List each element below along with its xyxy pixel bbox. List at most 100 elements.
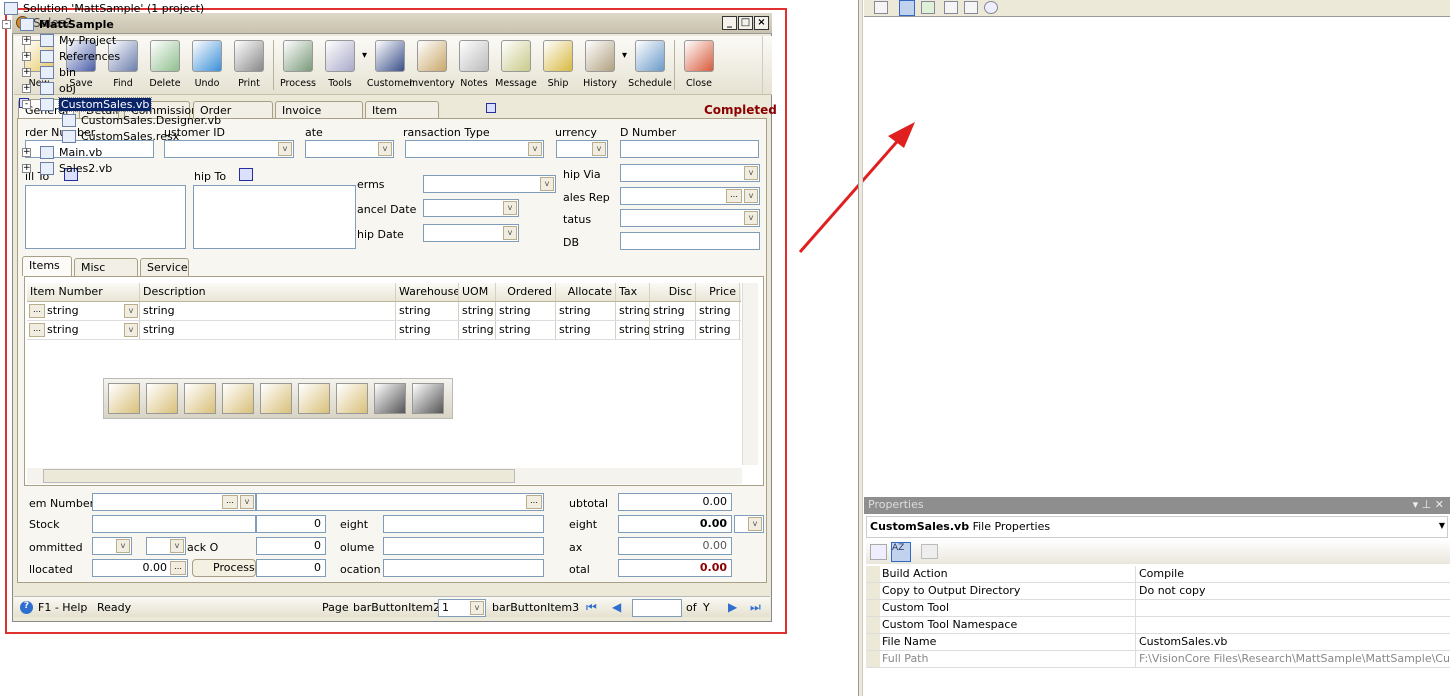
scrollbar-thumb[interactable] xyxy=(43,469,515,483)
ship-to-textarea[interactable] xyxy=(193,185,356,249)
tree-node-sales2-vb[interactable]: + Sales2.vb xyxy=(22,160,112,176)
tree-node-customsales-designer-vb[interactable]: CustomSales.Designer.vb xyxy=(62,112,221,128)
table-row[interactable]: … v string string string string string string st… xyxy=(27,302,741,321)
table-row[interactable]: … v string string string string string string st… xyxy=(27,321,741,340)
grid-cell[interactable]: string xyxy=(616,302,650,320)
property-value[interactable] xyxy=(1136,600,1450,616)
chevron-down-icon[interactable]: v xyxy=(170,539,184,553)
property-value[interactable]: F:\VisionCore Files\Research\MattSample\… xyxy=(1136,651,1450,667)
view-designer-icon[interactable] xyxy=(964,1,978,14)
splitter[interactable] xyxy=(858,0,863,696)
grid-cell[interactable]: string xyxy=(459,302,496,320)
page-number-input[interactable] xyxy=(632,599,682,617)
toolbar-button-ship[interactable]: Ship xyxy=(537,36,579,94)
toolbar-button-notes[interactable]: Notes xyxy=(453,36,495,94)
close-window-button[interactable]: × xyxy=(754,16,769,30)
weight-input[interactable] xyxy=(383,515,544,533)
ellipsis-button[interactable]: … xyxy=(222,495,238,509)
property-row[interactable]: File Name CustomSales.vb xyxy=(866,634,1450,651)
ship-via-combo[interactable]: v xyxy=(620,164,760,182)
grid-cell[interactable]: string xyxy=(140,302,396,320)
component-tray-item-icon[interactable] xyxy=(260,383,292,414)
grid-cell[interactable]: string xyxy=(556,302,616,320)
grid-cell[interactable]: … v string xyxy=(27,321,140,339)
expand-icon[interactable]: + xyxy=(22,163,31,173)
column-header-tax[interactable]: Tax xyxy=(616,283,650,301)
sales-rep-combo[interactable]: … v xyxy=(620,187,760,205)
property-row[interactable]: Full Path F:\VisionCore Files\Research\Ma… xyxy=(866,651,1450,668)
dropdown-arrow-icon[interactable]: ▾ xyxy=(622,50,627,61)
tree-node-references[interactable]: + References xyxy=(22,48,120,64)
component-tray-item-icon[interactable] xyxy=(108,383,140,414)
chevron-down-icon[interactable]: v xyxy=(744,166,758,180)
chevron-down-icon[interactable]: v xyxy=(503,226,517,240)
column-header-disc[interactable]: Disc xyxy=(650,283,696,301)
column-header-description[interactable]: Description xyxy=(140,283,396,301)
grid-cell[interactable]: string xyxy=(556,321,616,339)
expand-icon[interactable]: + xyxy=(22,35,31,45)
currency-combo[interactable]: v xyxy=(556,140,608,158)
tree-node-my-project[interactable]: + My Project xyxy=(22,32,116,48)
expand-icon[interactable]: + xyxy=(22,83,31,93)
toolbar-button-delete[interactable]: Delete xyxy=(144,36,186,94)
committed-combo[interactable]: v xyxy=(92,537,132,555)
chevron-down-icon[interactable]: v xyxy=(278,142,292,156)
toolbar-button-message[interactable]: Message xyxy=(495,36,537,94)
bar-button-item-3[interactable]: barButtonItem3 xyxy=(492,601,579,614)
bar-button-item-2[interactable]: barButtonItem2 xyxy=(353,601,440,614)
column-header-warehouse[interactable]: Warehouse xyxy=(396,283,459,301)
chevron-down-icon[interactable]: v xyxy=(124,304,138,318)
tree-node-customsales-vb[interactable]: - CustomSales.vb xyxy=(22,96,153,112)
toolbar-button-undo[interactable]: Undo xyxy=(186,36,228,94)
column-header-ordered[interactable]: Ordered xyxy=(496,283,556,301)
toolbar-button-close[interactable]: Close xyxy=(678,36,720,94)
next-page-icon[interactable]: ▶ xyxy=(728,600,737,614)
chevron-down-icon[interactable]: v xyxy=(540,177,554,191)
chevron-down-icon[interactable]: v xyxy=(124,323,138,337)
grid-cell[interactable]: string xyxy=(650,302,696,320)
chevron-down-icon[interactable]: v xyxy=(744,211,758,225)
tree-node-obj[interactable]: + obj xyxy=(22,80,76,96)
component-tray-item-icon[interactable] xyxy=(336,383,368,414)
grid-cell[interactable]: string xyxy=(616,321,650,339)
chevron-down-icon[interactable]: v xyxy=(470,601,484,615)
toolbar-button-customer[interactable]: Customer xyxy=(367,36,413,94)
process-button[interactable]: Process xyxy=(192,559,256,577)
ship-to-lookup-button[interactable] xyxy=(239,168,253,181)
property-value[interactable]: Compile xyxy=(1136,566,1450,582)
chevron-down-icon[interactable]: v xyxy=(744,189,758,203)
dropdown-arrow-icon[interactable]: ▾ xyxy=(362,50,367,61)
location-input[interactable] xyxy=(383,559,544,577)
status-combo[interactable]: v xyxy=(620,209,760,227)
collapse-icon[interactable]: - xyxy=(22,99,31,109)
column-header-item-number[interactable]: Item Number xyxy=(27,283,140,301)
terms-combo[interactable]: v xyxy=(423,175,556,193)
column-header-allocate[interactable]: Allocate xyxy=(556,283,616,301)
freight-value[interactable]: 0.00 xyxy=(618,515,732,533)
toolbar-button-inventory[interactable]: Inventory xyxy=(409,36,455,94)
property-value[interactable]: Do not copy xyxy=(1136,583,1450,599)
component-tray-item-icon[interactable] xyxy=(298,383,330,414)
property-value[interactable]: CustomSales.vb xyxy=(1136,634,1450,650)
chevron-down-icon[interactable]: v xyxy=(378,142,392,156)
chevron-down-icon[interactable]: v xyxy=(528,142,542,156)
freight-dropdown[interactable]: v xyxy=(734,515,764,533)
transaction-type-combo[interactable]: v xyxy=(405,140,544,158)
class-diagram-icon[interactable] xyxy=(984,1,998,14)
tree-node-main-vb[interactable]: + Main.vb xyxy=(22,144,102,160)
idb-input[interactable] xyxy=(620,232,760,250)
property-value[interactable] xyxy=(1136,617,1450,633)
refresh-icon[interactable] xyxy=(921,1,935,14)
ship-date-picker[interactable]: v xyxy=(423,224,519,242)
tree-node-customsales-resx[interactable]: CustomSales.resx xyxy=(62,128,179,144)
tree-node-mattsample[interactable]: - MattSample xyxy=(2,16,114,32)
toolbar-button-print[interactable]: Print xyxy=(228,36,270,94)
help-label[interactable]: F1 - Help xyxy=(38,601,87,614)
grid-cell[interactable]: string xyxy=(650,321,696,339)
previous-page-icon[interactable]: ◀ xyxy=(612,600,621,614)
cancel-date-picker[interactable]: v xyxy=(423,199,519,217)
tree-node-solution-mattsample-1-project-[interactable]: Solution 'MattSample' (1 project) xyxy=(4,0,204,16)
back-order-value[interactable]: 0 xyxy=(256,537,326,555)
expand-icon[interactable]: + xyxy=(22,67,31,77)
chevron-down-icon[interactable]: v xyxy=(592,142,606,156)
